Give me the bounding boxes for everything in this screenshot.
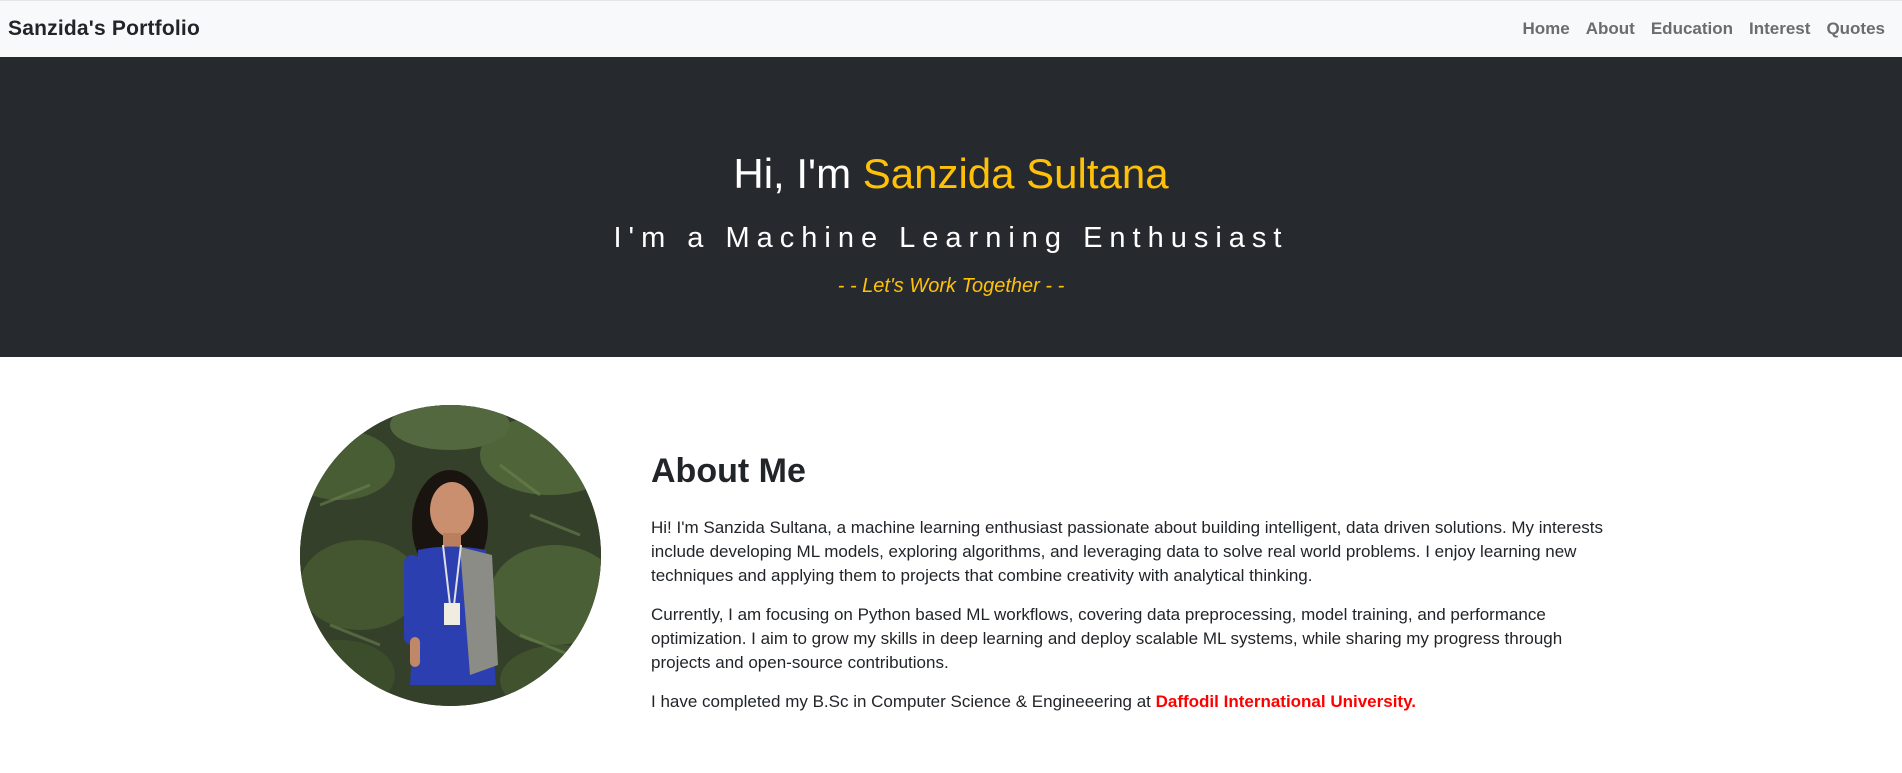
nav-link-education[interactable]: Education — [1643, 19, 1741, 39]
about-heading: About Me — [651, 452, 806, 490]
nav-link-interest[interactable]: Interest — [1741, 19, 1818, 39]
about-paragraph-intro: Hi! I'm Sanzida Sultana, a machine learn… — [651, 518, 1604, 585]
navbar: Sanzida's Portfolio Home About Education… — [0, 0, 1902, 57]
nav-link-home[interactable]: Home — [1515, 19, 1578, 39]
about-section: About Me Hi! I'm Sanzida Sultana, a mach… — [0, 357, 1902, 773]
profile-photo — [300, 405, 601, 706]
profile-photo-illustration — [300, 405, 601, 706]
hero-cta: - - Let's Work Together - - — [837, 275, 1065, 297]
hero-title: Hi, I'm Sanzida Sultana — [0, 149, 1902, 199]
hero-section: Hi, I'm Sanzida Sultana I'm a Machine Le… — [0, 57, 1902, 357]
hero-subtitle: I'm a Machine Learning Enthusiast — [613, 222, 1289, 254]
hero-greeting: Hi, I'm — [733, 150, 863, 197]
nav-link-about[interactable]: About — [1578, 19, 1643, 39]
nav-link-quotes[interactable]: Quotes — [1818, 19, 1893, 39]
university-link[interactable]: Daffodil International University. — [1156, 692, 1416, 711]
navbar-brand[interactable]: Sanzida's Portfolio — [8, 17, 200, 41]
hero-name: Sanzida Sultana — [862, 150, 1169, 197]
nav-links: Home About Education Interest Quotes — [1515, 19, 1893, 39]
about-paragraph-education: I have completed my B.Sc in Computer Sci… — [651, 690, 1611, 714]
about-paragraph-focus: Currently, I am focusing on Python based… — [651, 605, 1563, 672]
education-text: I have completed my B.Sc in Computer Sci… — [651, 692, 1156, 711]
